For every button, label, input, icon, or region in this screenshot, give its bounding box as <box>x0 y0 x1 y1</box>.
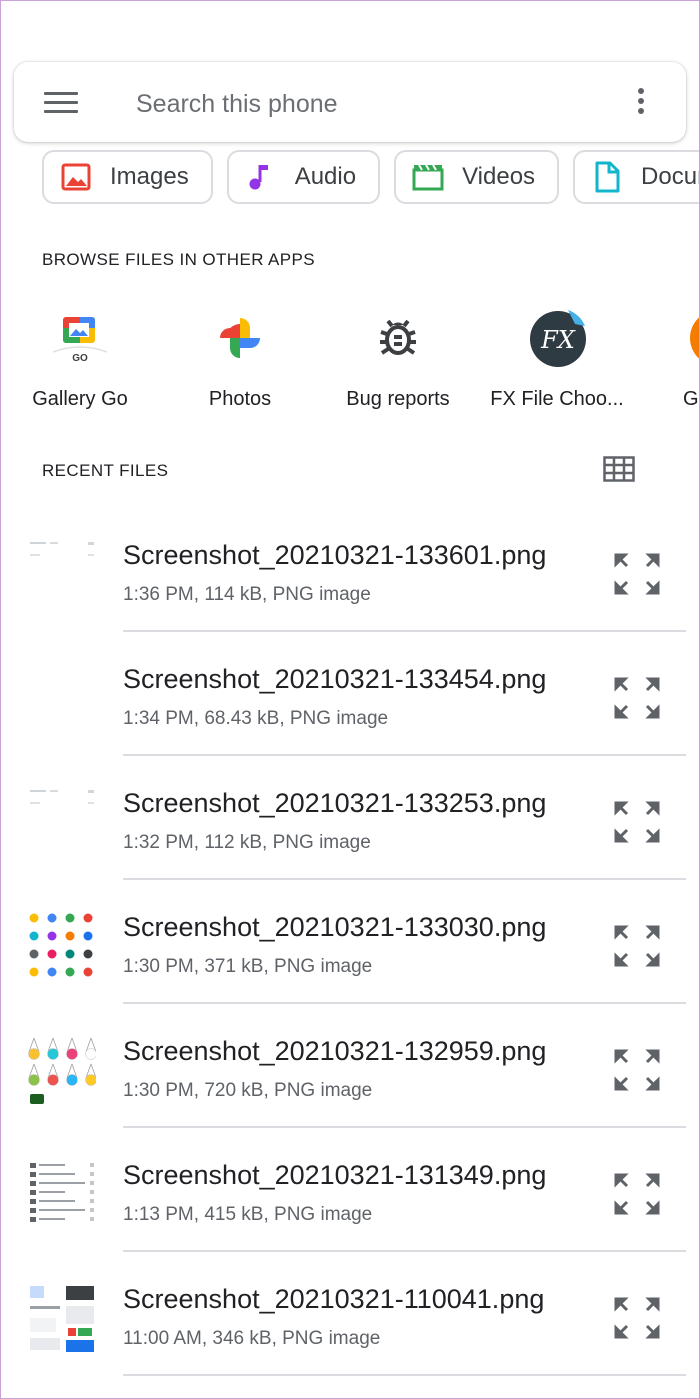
file-name: Screenshot_20210321-132959.png <box>123 1036 547 1066</box>
chip-audio[interactable]: Audio <box>226 150 381 204</box>
file-meta: 1:34 PM, 68.43 kB, PNG image <box>123 708 389 729</box>
chip-audio-label: Audio <box>294 163 357 190</box>
fx-badge-text: FX <box>540 326 576 354</box>
google-photos-icon <box>208 306 272 370</box>
file-thumbnail <box>30 790 94 804</box>
app-fx-file-chooser-label: FX File Choo... <box>490 388 624 410</box>
file-thumbnail <box>30 1163 94 1222</box>
app-partial-label: G <box>683 388 699 410</box>
expand-icon[interactable] <box>613 800 661 844</box>
file-row[interactable]: Screenshot_20210321-110041.png 11:00 AM, … <box>0 1252 700 1376</box>
file-meta: 1:32 PM, 112 kB, PNG image <box>123 832 371 853</box>
file-thumbnail <box>30 542 94 556</box>
search-input[interactable] <box>136 84 606 124</box>
file-row[interactable]: Screenshot_20210321-133253.png 1:32 PM, 1… <box>0 756 700 880</box>
file-row[interactable]: Screenshot_20210321-133030.png 1:30 PM, 3… <box>0 880 700 1004</box>
more-vert-icon[interactable] <box>636 88 646 118</box>
app-photos-label: Photos <box>208 388 272 410</box>
expand-icon[interactable] <box>613 1296 661 1340</box>
expand-icon[interactable] <box>613 676 661 720</box>
grid-view-icon[interactable] <box>603 456 635 482</box>
file-thumbnail <box>29 913 93 977</box>
file-row[interactable]: Screenshot_20210321-133601.png 1:36 PM, 1… <box>0 508 700 632</box>
app-gallery-go-label: Gallery Go <box>32 388 128 410</box>
document-icon <box>595 161 620 193</box>
row-divider <box>123 1374 686 1376</box>
chip-videos[interactable]: Videos <box>394 150 560 204</box>
expand-icon[interactable] <box>613 1172 661 1216</box>
file-name: Screenshot_20210321-110041.png <box>123 1284 545 1314</box>
file-meta: 1:36 PM, 114 kB, PNG image <box>123 584 371 605</box>
expand-icon[interactable] <box>613 1048 661 1092</box>
file-thumbnail <box>30 1286 94 1352</box>
app-gallery-go[interactable]: GO Gallery Go <box>0 306 160 411</box>
chip-images[interactable]: Images <box>42 150 213 204</box>
movie-icon <box>412 164 444 191</box>
file-thumbnail <box>28 1037 96 1104</box>
expand-icon[interactable] <box>613 552 661 596</box>
chip-documents-label: Docur <box>641 163 700 190</box>
app-photos[interactable]: Photos <box>160 306 320 411</box>
chip-documents[interactable]: Docur <box>573 150 700 204</box>
file-name: Screenshot_20210321-133601.png <box>123 540 547 570</box>
browse-section-title: BROWSE FILES IN OTHER APPS <box>42 250 316 269</box>
file-row[interactable]: Screenshot_20210321-131349.png 1:13 PM, 4… <box>0 1128 700 1252</box>
music-note-icon <box>249 165 268 190</box>
chip-videos-label: Videos <box>462 163 536 190</box>
file-meta: 1:30 PM, 720 kB, PNG image <box>123 1080 373 1101</box>
gallery-go-icon: GO <box>48 306 112 370</box>
chip-images-label: Images <box>110 163 189 190</box>
gallery-go-badge-text: GO <box>72 353 88 364</box>
file-name: Screenshot_20210321-133454.png <box>123 664 547 694</box>
recent-section-title: RECENT FILES <box>42 461 169 480</box>
category-chips: Images Audio Videos Docur <box>42 150 700 204</box>
expand-icon[interactable] <box>613 924 661 968</box>
image-icon <box>61 163 91 191</box>
file-row[interactable]: Screenshot_20210321-132959.png 1:30 PM, 7… <box>0 1004 700 1128</box>
file-row[interactable]: Screenshot_20210321-133454.png 1:34 PM, 6… <box>0 632 700 756</box>
partial-app-icon <box>686 306 700 370</box>
file-name: Screenshot_20210321-133030.png <box>123 912 547 942</box>
app-bug-reports-label: Bug reports <box>346 388 450 410</box>
app-partial[interactable]: G <box>636 306 700 411</box>
fx-file-explorer-icon: FX <box>525 306 589 370</box>
file-meta: 1:13 PM, 415 kB, PNG image <box>123 1204 373 1225</box>
file-name: Screenshot_20210321-131349.png <box>123 1160 547 1190</box>
file-name: Screenshot_20210321-133253.png <box>123 788 547 818</box>
menu-icon[interactable] <box>44 92 78 114</box>
bug-icon <box>366 306 430 370</box>
file-thumbnail <box>28 664 96 732</box>
app-fx-file-chooser[interactable]: FX FX File Choo... <box>477 306 637 411</box>
search-bar <box>14 62 686 142</box>
file-meta: 1:30 PM, 371 kB, PNG image <box>123 956 373 977</box>
file-meta: 11:00 AM, 346 kB, PNG image <box>123 1328 381 1349</box>
app-bug-reports[interactable]: Bug reports <box>318 306 478 411</box>
